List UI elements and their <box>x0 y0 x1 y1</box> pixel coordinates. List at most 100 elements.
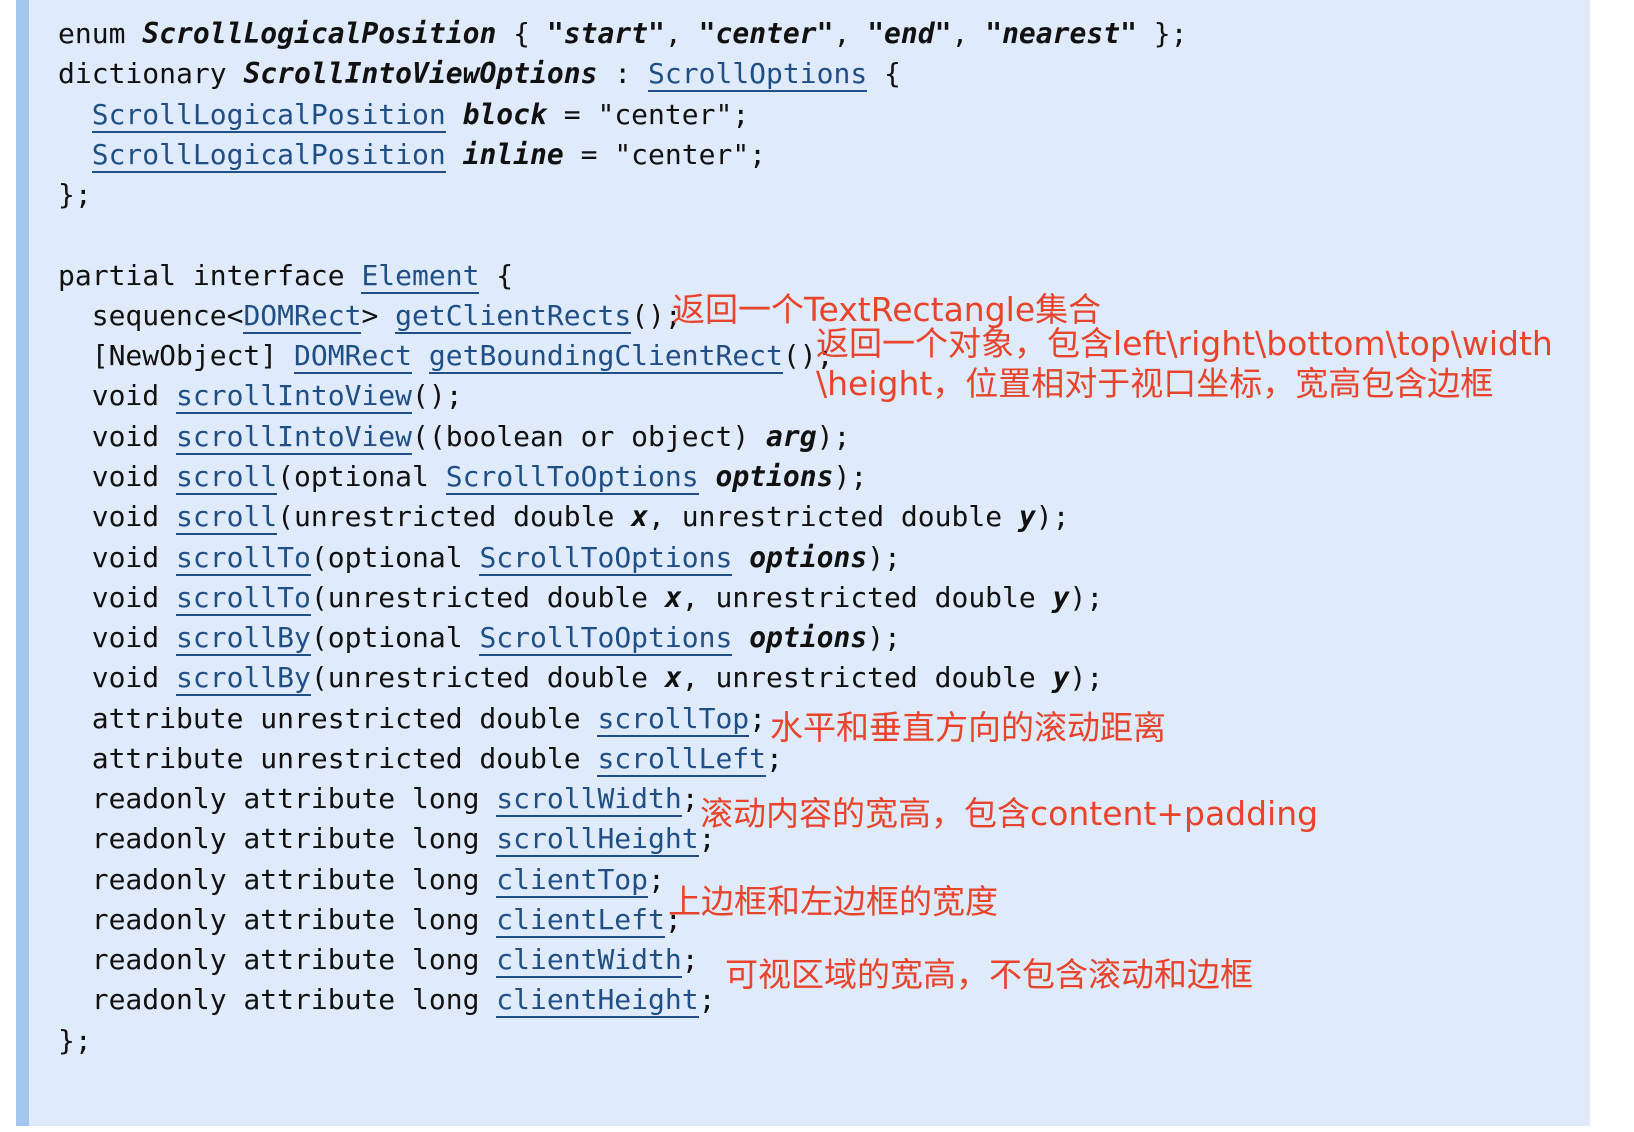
idl-identifier: y <box>1052 581 1070 614</box>
code-text: void <box>58 500 177 533</box>
code-text: , unrestricted double <box>648 500 1019 533</box>
code-text: }; <box>58 178 92 211</box>
idl-link[interactable]: scrollHeight <box>496 822 699 857</box>
code-text: readonly attribute long <box>58 903 497 936</box>
code-line: readonly attribute long scrollWidth; <box>58 778 699 820</box>
code-text: { <box>496 17 547 50</box>
idl-identifier: y <box>1052 661 1070 694</box>
idl-link[interactable]: Element <box>361 259 480 294</box>
code-text: ); <box>816 420 851 453</box>
idl-link[interactable]: clientLeft <box>496 903 665 938</box>
idl-link[interactable]: scrollBy <box>176 621 311 656</box>
code-line: void scrollBy(unrestricted double x, unr… <box>58 657 1103 699</box>
code-text: readonly attribute long <box>58 863 497 896</box>
idl-link[interactable]: scrollTo <box>176 541 311 576</box>
code-line: readonly attribute long clientHeight; <box>58 979 715 1021</box>
code-line: void scrollTo(optional ScrollToOptions o… <box>58 537 901 579</box>
code-text: , <box>833 17 868 50</box>
code-line: attribute unrestricted double scrollLeft… <box>58 738 783 780</box>
code-text: ); <box>1069 661 1104 694</box>
code-text: (unrestricted double <box>277 500 632 533</box>
idl-link[interactable]: ScrollLogicalPosition <box>91 138 446 173</box>
idl-link[interactable]: scrollWidth <box>496 782 682 817</box>
code-line: void scrollIntoView((boolean or object) … <box>58 416 850 458</box>
code-text: ; <box>698 983 716 1016</box>
idl-link[interactable]: clientWidth <box>496 943 682 978</box>
annotation-client-border: 上边框和左边框的宽度 <box>668 882 998 921</box>
idl-link[interactable]: scroll <box>176 460 278 495</box>
code-text: (optional <box>310 541 480 574</box>
code-text: ); <box>867 621 901 654</box>
code-text: > <box>361 299 396 332</box>
idl-link[interactable]: scrollLeft <box>597 742 767 777</box>
code-line: }; <box>58 1020 92 1062</box>
idl-link[interactable]: ScrollToOptions <box>445 460 699 495</box>
idl-link[interactable]: ScrollOptions <box>648 57 868 92</box>
idl-identifier: "nearest" <box>985 17 1137 50</box>
idl-identifier: arg <box>766 420 817 453</box>
code-text: void <box>58 460 177 493</box>
idl-link[interactable]: getBoundingClientRect <box>428 339 783 374</box>
idl-link[interactable]: scrollTo <box>176 581 311 616</box>
code-text: sequence< <box>58 299 244 332</box>
annotation-scroll-size: 滚动内容的宽高，包含content+padding <box>700 794 1319 833</box>
idl-link[interactable]: scrollIntoView <box>176 420 413 455</box>
code-text: ; <box>648 863 665 896</box>
code-text: (optional <box>310 621 480 654</box>
idl-link[interactable]: scrollIntoView <box>176 379 413 414</box>
idl-link[interactable]: DOMRect <box>294 339 413 374</box>
idl-identifier: "end" <box>867 17 952 50</box>
code-text: attribute unrestricted double <box>58 702 598 735</box>
idl-identifier: "start" <box>546 17 665 50</box>
code-line: dictionary ScrollIntoViewOptions : Scrol… <box>58 53 901 95</box>
code-line: ScrollLogicalPosition inline = "center"; <box>58 134 766 176</box>
idl-identifier: x <box>664 581 682 614</box>
code-text: enum <box>58 17 143 50</box>
code-text: ); <box>1069 581 1104 614</box>
idl-identifier: x <box>664 661 682 694</box>
code-text: }; <box>58 1024 92 1057</box>
idl-link[interactable]: ScrollLogicalPosition <box>91 98 446 133</box>
code-text: readonly attribute long <box>58 943 497 976</box>
code-text: void <box>58 621 177 654</box>
idl-link[interactable]: ScrollToOptions <box>479 621 733 656</box>
code-text: , <box>664 17 699 50</box>
idl-link[interactable]: clientTop <box>496 863 649 898</box>
annotation-client-size: 可视区域的宽高，不包含滚动和边框 <box>725 955 1253 994</box>
annotation-bounding-rect-line2: \height，位置相对于视口坐标，宽高包含边框 <box>816 364 1494 403</box>
idl-identifier: options <box>749 541 868 574</box>
idl-link[interactable]: scrollBy <box>176 661 311 696</box>
code-text: (); <box>412 379 463 412</box>
code-line: }; <box>58 174 92 216</box>
code-text: void <box>58 379 177 412</box>
idl-identifier: y <box>1018 500 1036 533</box>
code-text: attribute unrestricted double <box>58 742 598 775</box>
idl-identifier: inline <box>462 138 564 171</box>
idl-link[interactable]: getClientRects <box>395 299 632 334</box>
idl-link[interactable]: ScrollToOptions <box>479 541 733 576</box>
code-text: = "center"; <box>563 138 767 171</box>
code-text: ); <box>1035 500 1070 533</box>
idl-link[interactable]: clientHeight <box>496 983 699 1018</box>
code-text: }; <box>1136 17 1188 50</box>
code-line: ScrollLogicalPosition block = "center"; <box>58 94 749 136</box>
code-text: [NewObject] <box>58 339 295 372</box>
idl-link[interactable]: scroll <box>176 500 278 535</box>
code-line: readonly attribute long scrollHeight; <box>58 818 715 860</box>
annotation-scroll-offsets: 水平和垂直方向的滚动距离 <box>770 708 1166 747</box>
code-text: (optional <box>277 460 446 493</box>
code-line: void scrollIntoView(); <box>58 375 463 417</box>
idl-link[interactable]: DOMRect <box>243 299 362 334</box>
code-text: ; <box>681 782 699 815</box>
code-block-accent-bar <box>16 0 29 1126</box>
idl-link[interactable]: scrollTop <box>597 702 750 737</box>
code-line: void scrollTo(unrestricted double x, unr… <box>58 577 1103 619</box>
